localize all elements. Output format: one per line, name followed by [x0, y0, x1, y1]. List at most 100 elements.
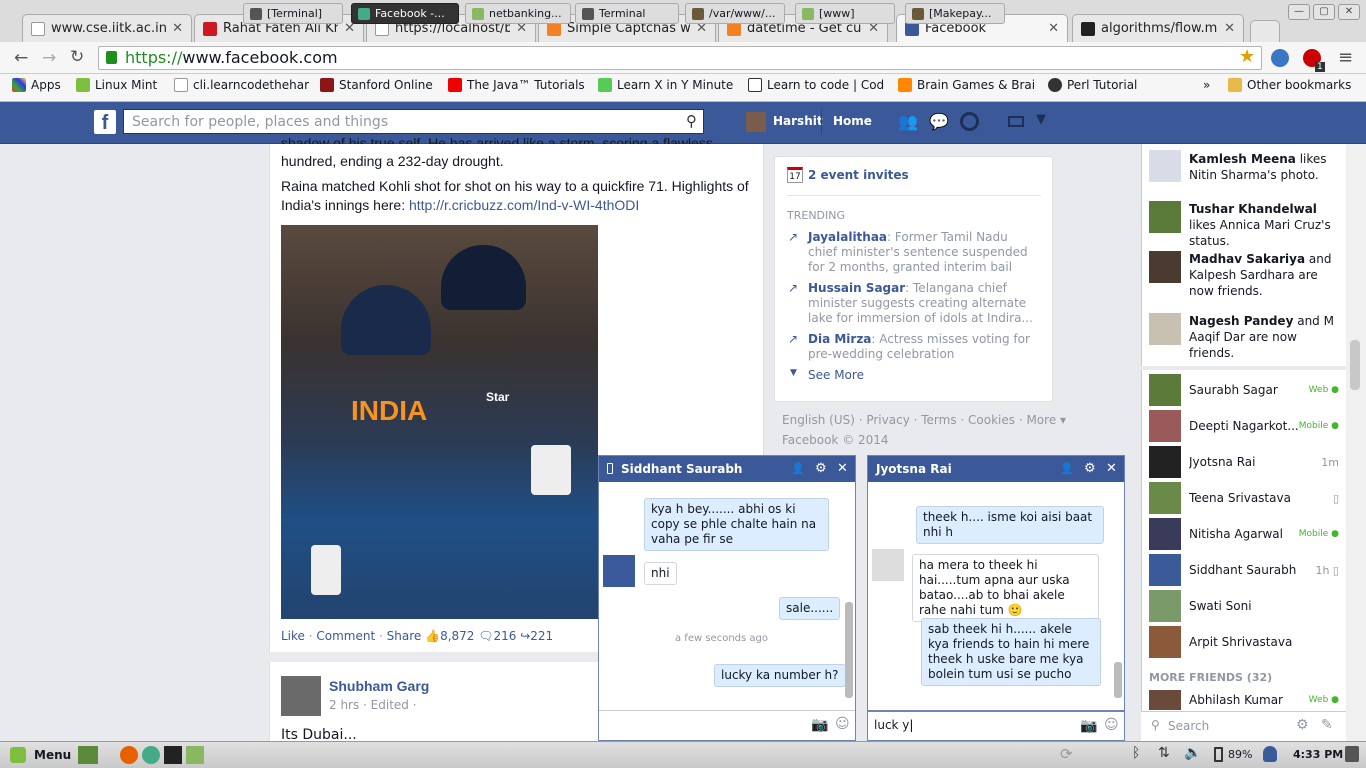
- like-link[interactable]: Like: [281, 629, 305, 643]
- page-scrollbar[interactable]: [1346, 144, 1366, 744]
- globe-icon[interactable]: [1271, 49, 1289, 67]
- home-link[interactable]: Home: [833, 114, 872, 128]
- bookmark-cli[interactable]: cli.learncodethehar: [174, 78, 310, 92]
- avatar[interactable]: [1149, 251, 1181, 283]
- notifications-globe-icon[interactable]: [960, 112, 979, 131]
- volume-icon[interactable]: 🔈: [1184, 745, 1201, 761]
- ticker-item[interactable]: Kamlesh Meena likes Nitin Sharma's photo…: [1189, 151, 1339, 183]
- bluetooth-icon[interactable]: ᛒ: [1132, 745, 1140, 761]
- desktop-icon[interactable]: [78, 746, 98, 764]
- footer-links[interactable]: English (US) · Privacy · Terms · Cookies…: [782, 413, 1066, 427]
- terminal-icon[interactable]: [164, 746, 182, 764]
- show-desktop-icon[interactable]: [1345, 746, 1359, 762]
- star-icon[interactable]: ★: [1239, 46, 1255, 67]
- avatar[interactable]: [281, 676, 321, 716]
- task-terminal-2[interactable]: Terminal: [575, 3, 679, 24]
- battery-icon[interactable]: [1214, 747, 1223, 762]
- new-tab-button[interactable]: [1250, 20, 1280, 42]
- back-icon[interactable]: ←: [14, 48, 28, 68]
- reload-icon[interactable]: ↻: [70, 47, 84, 67]
- close-icon[interactable]: ✕: [1106, 456, 1117, 482]
- task-netbanking[interactable]: netbanking...: [465, 3, 571, 24]
- clock[interactable]: 4:33 PM: [1293, 748, 1343, 761]
- maximize-icon[interactable]: ▢: [1313, 4, 1335, 20]
- trend-item[interactable]: Hussain Sagar: Telangana chief minister …: [808, 281, 1033, 326]
- add-friend-icon[interactable]: 👤: [791, 456, 805, 482]
- task-var-www[interactable]: /var/www/...: [685, 3, 785, 24]
- close-icon[interactable]: ✕: [837, 456, 848, 482]
- tab-cse[interactable]: www.cse.iitk.ac.in/u ✕: [22, 14, 192, 42]
- network-icon[interactable]: ⇅: [1158, 745, 1170, 761]
- ticker-item[interactable]: Tushar Khandelwal likes Annica Mari Cruz…: [1189, 201, 1339, 249]
- compose-icon[interactable]: ✎: [1321, 717, 1333, 733]
- avatar[interactable]: [1149, 313, 1181, 345]
- chat-friend[interactable]: Teena Srivastava ▯: [1149, 482, 1339, 514]
- camera-icon[interactable]: 📷: [1080, 718, 1097, 734]
- event-invites-link[interactable]: 2 event invites: [808, 168, 909, 182]
- avatar[interactable]: [746, 112, 766, 132]
- chat-friend[interactable]: Abhilash Kumar Web ●: [1149, 690, 1339, 710]
- chat-friend[interactable]: Nitisha Agarwal Mobile ●: [1149, 518, 1339, 550]
- close-icon[interactable]: ✕: [1224, 21, 1235, 36]
- bookmark-perl[interactable]: Perl Tutorial: [1048, 78, 1137, 92]
- gear-icon[interactable]: ⚙: [1084, 456, 1096, 482]
- firefox-icon[interactable]: [120, 746, 138, 764]
- profile-link[interactable]: Harshit: [773, 114, 823, 128]
- task-www[interactable]: [www]: [795, 3, 895, 24]
- shield-icon[interactable]: [1263, 746, 1277, 762]
- close-icon[interactable]: ✕: [172, 21, 183, 36]
- search-input[interactable]: Search for people, places and things ⚲: [123, 109, 704, 134]
- post-author[interactable]: Shubham Garg: [329, 678, 429, 694]
- address-bar[interactable]: https://www.facebook.com: [98, 46, 1262, 70]
- share-link[interactable]: Share: [387, 629, 422, 643]
- chat-friend[interactable]: Deepti Nagarkot... Mobile ●: [1149, 410, 1339, 442]
- emoticon-icon[interactable]: ☺: [1104, 717, 1119, 733]
- menu-button[interactable]: Menu: [34, 748, 71, 762]
- close-window-icon[interactable]: ✕: [1338, 4, 1360, 20]
- chat-friend[interactable]: Saurabh Sagar Web ●: [1149, 374, 1339, 406]
- bookmark-learncode[interactable]: Learn to code | Cod: [748, 78, 886, 92]
- chat-header[interactable]: Siddhant Saurabh 👤 ⚙ ✕: [599, 456, 855, 482]
- privacy-shortcuts-icon[interactable]: [1008, 116, 1024, 127]
- account-menu-icon[interactable]: ▼: [1036, 112, 1046, 127]
- bookmark-java[interactable]: The Java™ Tutorials: [448, 78, 585, 92]
- bookmark-linux-mint[interactable]: Linux Mint: [76, 78, 157, 92]
- bookmark-learnx[interactable]: Learn X in Y Minute: [598, 78, 736, 92]
- search-icon[interactable]: ⚲: [686, 112, 697, 130]
- tab-github[interactable]: algorithms/flow.mar ✕: [1072, 14, 1244, 42]
- friend-requests-icon[interactable]: 👥: [898, 112, 918, 131]
- comment-count[interactable]: 216: [493, 629, 516, 643]
- chrome-icon[interactable]: [142, 746, 160, 764]
- update-icon[interactable]: ⟳: [1060, 745, 1073, 763]
- scrollbar-thumb[interactable]: [1350, 340, 1360, 390]
- chat-friend[interactable]: Siddhant Saurabh 1h ▯: [1149, 554, 1339, 586]
- gear-icon[interactable]: ⚙: [815, 456, 827, 482]
- bookmark-stanford[interactable]: Stanford Online: [320, 78, 433, 92]
- messages-icon[interactable]: 💬: [929, 112, 949, 131]
- comment-link[interactable]: Comment: [316, 629, 375, 643]
- minimize-icon[interactable]: —: [1288, 4, 1310, 20]
- ticker-item[interactable]: Madhav Sakariya and Kalpesh Sardhara are…: [1189, 251, 1339, 299]
- facebook-logo-icon[interactable]: f: [94, 110, 116, 134]
- trend-item[interactable]: Dia Mirza: Actress misses voting for pre…: [808, 332, 1033, 362]
- close-icon[interactable]: ✕: [1048, 21, 1059, 36]
- like-count[interactable]: 8,872: [440, 629, 474, 643]
- gear-icon[interactable]: ⚙: [1296, 717, 1309, 733]
- task-facebook[interactable]: Facebook -...: [351, 3, 459, 24]
- bookmark-apps[interactable]: Apps: [12, 78, 61, 92]
- task-makepay[interactable]: [Makepay...: [905, 3, 1005, 24]
- menu-icon[interactable]: ≡: [1338, 47, 1353, 68]
- ticker-item[interactable]: Nagesh Pandey and M Aaqif Dar are now fr…: [1189, 313, 1339, 361]
- post-photo[interactable]: INDIA Star: [281, 225, 598, 619]
- avatar[interactable]: [1149, 201, 1181, 233]
- bookmark-brain-games[interactable]: Brain Games & Brai: [898, 78, 1036, 92]
- chat-search-input[interactable]: Search: [1168, 719, 1209, 733]
- add-friend-icon[interactable]: 👤: [1060, 456, 1074, 482]
- bookmark-other[interactable]: Other bookmarks: [1228, 78, 1351, 92]
- trend-item[interactable]: Jayalalithaa: Former Tamil Nadu chief mi…: [808, 230, 1033, 275]
- forward-icon[interactable]: →: [42, 48, 56, 68]
- post-link[interactable]: http://r.cricbuzz.com/Ind-v-WI-4thODI: [409, 197, 639, 213]
- chat-input[interactable]: luck y| 📷 ☺: [868, 710, 1124, 740]
- folder-icon[interactable]: [186, 746, 204, 764]
- bookmarks-overflow[interactable]: »: [1203, 78, 1210, 92]
